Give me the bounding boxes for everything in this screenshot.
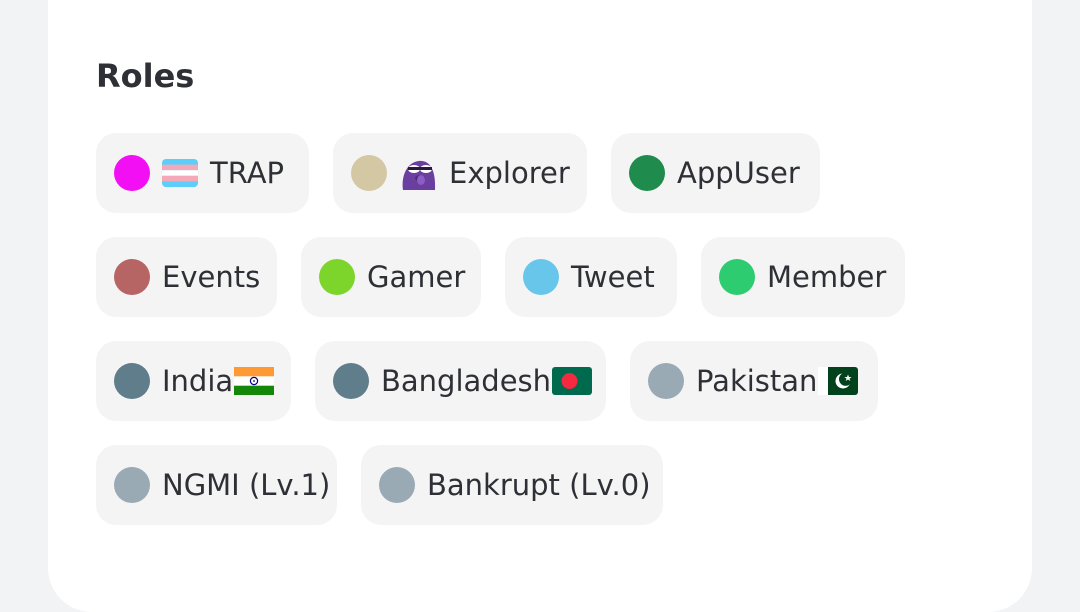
- role-chip-gamer[interactable]: Gamer: [301, 237, 481, 317]
- role-color-dot: [648, 363, 684, 399]
- role-chip-bangladesh[interactable]: Bangladesh: [315, 341, 606, 421]
- role-chip-india[interactable]: India: [96, 341, 291, 421]
- role-label: Gamer: [367, 260, 466, 294]
- role-chip-pakistan[interactable]: Pakistan: [630, 341, 878, 421]
- role-color-dot: [719, 259, 755, 295]
- role-label: Member: [767, 260, 887, 294]
- role-chip-events[interactable]: Events: [96, 237, 277, 317]
- bangladesh-flag-emoji-icon: [552, 367, 593, 395]
- role-color-dot: [319, 259, 355, 295]
- role-chip-member[interactable]: Member: [701, 237, 905, 317]
- role-color-dot: [523, 259, 559, 295]
- role-label: Bangladesh: [381, 364, 552, 398]
- role-chip-explorer[interactable]: Explorer: [333, 133, 587, 213]
- role-chip-trap[interactable]: TRAP: [96, 133, 309, 213]
- role-label: Tweet: [571, 260, 655, 294]
- role-label: NGMI (Lv.1): [162, 468, 331, 502]
- role-label: Bankrupt (Lv.0): [427, 468, 651, 502]
- role-label: Pakistan: [696, 364, 818, 398]
- role-label: Explorer: [449, 156, 570, 190]
- role-color-dot: [114, 155, 150, 191]
- purple-pepe-emoji-icon: [399, 156, 437, 190]
- role-color-dot: [629, 155, 665, 191]
- role-label: India: [162, 364, 234, 398]
- pakistan-flag-emoji-icon: [818, 367, 859, 395]
- role-chip-bankrupt[interactable]: Bankrupt (Lv.0): [361, 445, 663, 525]
- role-label: AppUser: [677, 156, 800, 190]
- role-chip-ngmi[interactable]: NGMI (Lv.1): [96, 445, 337, 525]
- india-flag-emoji-icon: [234, 367, 275, 395]
- role-chip-appuser[interactable]: AppUser: [611, 133, 820, 213]
- transgender-flag-emoji-icon: [162, 159, 198, 187]
- role-color-dot: [351, 155, 387, 191]
- role-label: TRAP: [210, 156, 285, 190]
- role-color-dot: [114, 363, 150, 399]
- role-color-dot: [114, 259, 150, 295]
- role-label: Events: [162, 260, 261, 294]
- role-chip-tweet[interactable]: Tweet: [505, 237, 677, 317]
- role-color-dot: [379, 467, 415, 503]
- role-color-dot: [333, 363, 369, 399]
- role-color-dot: [114, 467, 150, 503]
- section-title: Roles: [96, 57, 195, 95]
